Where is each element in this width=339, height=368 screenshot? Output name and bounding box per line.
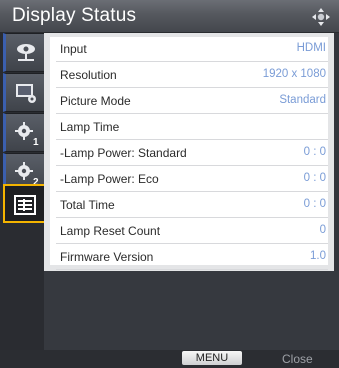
row-label: Lamp Time (60, 120, 120, 134)
row-label: Firmware Version (60, 250, 154, 264)
status-list-icon (14, 195, 36, 215)
status-row-lamp-power-standard: -Lamp Power: Standard 0 : 0 (56, 141, 328, 166)
row-label: Total Time (60, 198, 115, 212)
row-value: 0 : 0 (303, 146, 326, 158)
status-row-lamp-power-eco: -Lamp Power: Eco 0 : 0 (56, 167, 328, 192)
title-bar: Display Status (0, 0, 339, 33)
page-title: Display Status (12, 5, 137, 26)
status-row-firmware-version: Firmware Version 1.0 (56, 245, 328, 270)
sidebar-item-network[interactable] (3, 33, 44, 72)
status-panel: Input HDMI Resolution 1920 x 1080 Pictur… (44, 33, 334, 271)
row-value: HDMI (296, 42, 326, 54)
status-row-input: Input HDMI (56, 37, 328, 62)
status-row-picture-mode: Picture Mode Standard (56, 89, 328, 114)
row-value: Standard (279, 94, 326, 106)
sidebar-item-display[interactable] (3, 73, 44, 112)
status-row-resolution: Resolution 1920 x 1080 (56, 63, 328, 88)
row-label: Resolution (60, 68, 117, 82)
row-label: Input (60, 42, 87, 56)
display-settings-icon (16, 84, 36, 103)
row-value: 1.0 (310, 250, 326, 262)
row-value: 0 (319, 224, 326, 236)
projector-network-icon (17, 44, 35, 61)
menu-button[interactable]: MENU (182, 351, 242, 365)
sidebar-item-status[interactable] (3, 184, 44, 223)
status-row-total-time: Total Time 0 : 0 (56, 193, 328, 218)
sidebar: 1 2 (0, 33, 44, 368)
row-value: 0 : 0 (303, 172, 326, 184)
status-row-lamp-time: Lamp Time (56, 115, 328, 140)
settings-1-icon: 1 (15, 122, 39, 147)
row-value: 1920 x 1080 (262, 68, 326, 80)
close-label: Close (282, 352, 313, 366)
navigation-arrows-icon (312, 8, 330, 26)
row-label: -Lamp Power: Standard (60, 146, 187, 160)
osd-window: Display Status 1 2 Input HDMI Resolution… (0, 0, 339, 368)
svg-text:1: 1 (33, 137, 39, 147)
row-label: -Lamp Power: Eco (60, 172, 159, 186)
status-row-lamp-reset-count: Lamp Reset Count 0 (56, 219, 328, 244)
sidebar-item-settings-1[interactable]: 1 (3, 113, 44, 152)
row-value: 0 : 0 (303, 198, 326, 210)
row-label: Picture Mode (60, 94, 131, 108)
row-label: Lamp Reset Count (60, 224, 161, 238)
